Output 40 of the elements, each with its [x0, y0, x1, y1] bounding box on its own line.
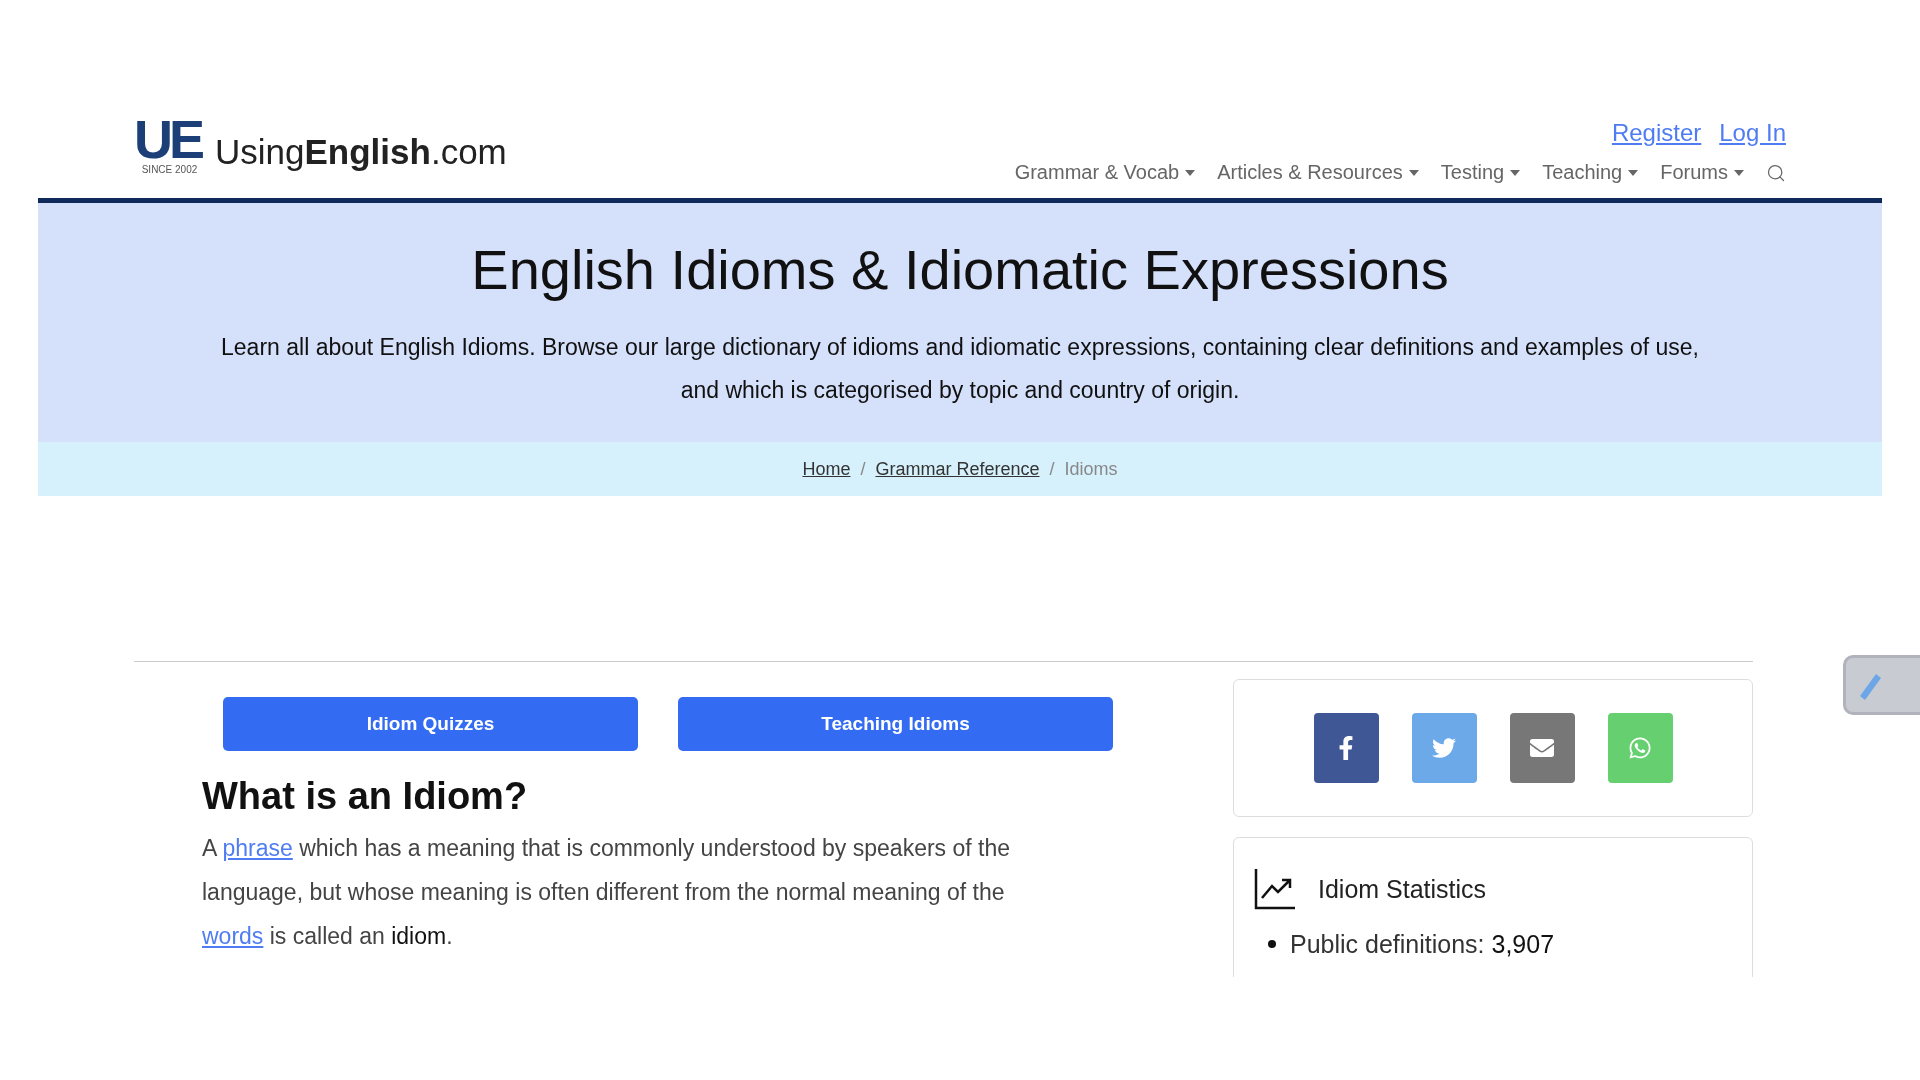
stats-title: Idiom Statistics: [1318, 874, 1487, 904]
definition-paragraph: A phrase which has a meaning that is commonly understood by speakers of the language, but whose meaning is often different from the normal meaning of the words is called an idiom.: [202, 834, 1012, 951]
twitter-icon: [1432, 736, 1456, 760]
account-link[interactable]: Register: [1611, 119, 1702, 147]
facebook-share-button[interactable]: [1313, 713, 1379, 783]
nav-menu[interactable]: Teaching: [1542, 161, 1639, 184]
breadcrumb-current: Idioms: [1064, 458, 1118, 480]
caret-icon: [1185, 169, 1196, 176]
account-link[interactable]: Log In: [1719, 119, 1786, 147]
logo-since: SINCE 2002: [141, 164, 198, 176]
bullet-icon: [1268, 940, 1276, 948]
caret-icon: [1734, 169, 1744, 176]
stat-item: Public definitions: 3,907: [1290, 929, 1555, 960]
search-icon[interactable]: [1766, 162, 1786, 183]
word-link[interactable]: words: [202, 923, 264, 949]
nav-menu[interactable]: Testing: [1440, 161, 1521, 184]
page-title: English Idioms & Idiomatic Expressions: [470, 237, 1450, 302]
caret-icon: [1408, 169, 1419, 176]
logo-mark[interactable]: UE SINCE 2002: [134, 114, 205, 176]
word-link[interactable]: phrase: [222, 835, 293, 861]
whatsapp-icon: [1628, 736, 1652, 760]
breadcrumb-separator: /: [1049, 458, 1055, 480]
intro-text: Learn all about English Idioms. Browse our large dictionary of idioms and idiomatic expressions, containing clear definitions and examples of use, and which is categorised by topic and country of origin.: [220, 333, 1700, 405]
email-share-button[interactable]: [1509, 713, 1575, 783]
nav-menu[interactable]: Grammar & Vocab: [1014, 161, 1196, 184]
breadcrumb-separator: /: [860, 458, 866, 480]
caret-icon: [1628, 169, 1639, 176]
caret-icon: [1510, 169, 1521, 176]
envelope-icon: [1530, 736, 1554, 760]
logo-letters: UE: [134, 114, 203, 164]
nav-button[interactable]: Idiom Quizzes: [223, 697, 638, 751]
nav-button[interactable]: Teaching Idioms: [678, 697, 1113, 751]
chart-trend-icon: [1254, 868, 1296, 910]
nav-menu[interactable]: Forums: [1660, 161, 1744, 184]
breadcrumb-link[interactable]: Grammar Reference: [875, 458, 1040, 480]
twitter-share-button[interactable]: [1411, 713, 1477, 783]
site-name[interactable]: UsingEnglish.com: [215, 132, 507, 172]
nav-menu[interactable]: Articles & Resources: [1217, 161, 1419, 184]
breadcrumb-link[interactable]: Home: [802, 458, 851, 480]
section-heading: What is an Idiom?: [202, 775, 529, 818]
